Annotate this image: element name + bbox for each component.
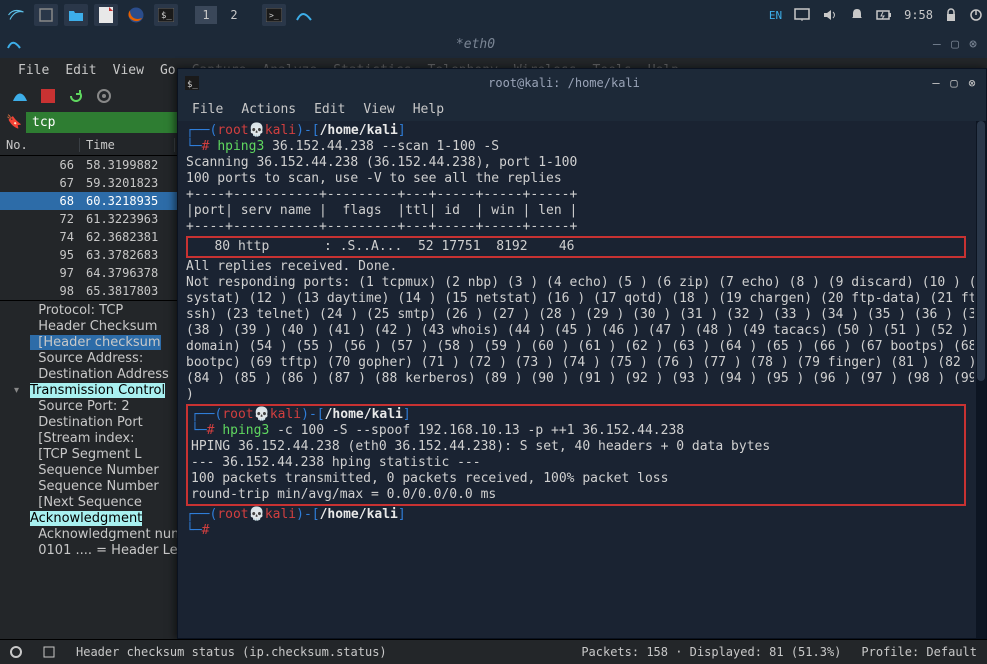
kali-logo-icon[interactable] — [4, 4, 28, 26]
wireshark-app-icon — [6, 36, 22, 52]
terminal-icon[interactable]: $_ — [154, 4, 178, 26]
term-menu-file[interactable]: File — [192, 102, 223, 117]
bookmark-icon[interactable]: 🔖 — [6, 115, 26, 130]
workspace-1[interactable]: 1 — [195, 6, 217, 24]
terminal-window: $_ root@kali: /home/kali — ▢ ⊗ File Acti… — [177, 68, 987, 639]
minimize-icon[interactable]: — — [929, 36, 945, 52]
terminal-output[interactable]: ┌──(root💀kali)-[/home/kali]└─# hping3 36… — [178, 121, 974, 638]
status-note-icon[interactable] — [42, 645, 56, 659]
term-menu-actions[interactable]: Actions — [241, 102, 296, 117]
close-icon[interactable]: ⊗ — [965, 36, 981, 52]
svg-text:$_: $_ — [161, 11, 172, 21]
firefox-icon[interactable] — [124, 4, 148, 26]
expert-info-icon[interactable] — [10, 646, 22, 658]
close-icon[interactable]: ⊗ — [964, 75, 980, 91]
terminal-title: root@kali: /home/kali — [206, 76, 922, 90]
capture-options-icon[interactable] — [92, 84, 116, 108]
file-manager-icon[interactable] — [64, 4, 88, 26]
clock[interactable]: 9:58 — [904, 8, 933, 22]
restart-capture-icon[interactable] — [64, 84, 88, 108]
svg-text:$_: $_ — [187, 80, 198, 90]
term-menu-help[interactable]: Help — [413, 102, 444, 117]
lock-icon[interactable] — [945, 8, 957, 22]
display-icon[interactable] — [794, 8, 810, 22]
wireshark-statusbar: Header checksum status (ip.checksum.stat… — [0, 639, 987, 664]
shark-fin-icon[interactable] — [8, 84, 32, 108]
svg-text:>_: >_ — [269, 11, 279, 20]
stop-capture-icon[interactable] — [36, 84, 60, 108]
profile-label[interactable]: Profile: Default — [861, 645, 977, 659]
system-topbar: $_ 1 2 >_ EN 9:58 — [0, 0, 987, 30]
terminal-menubar: File Actions Edit View Help — [178, 97, 986, 121]
notification-bell-icon[interactable] — [850, 8, 864, 22]
col-time[interactable]: Time — [80, 138, 175, 152]
taskbar-app-icon[interactable] — [34, 4, 58, 26]
terminal-app-icon: $_ — [184, 75, 200, 91]
menu-go[interactable]: Go — [160, 63, 176, 78]
taskbar-terminal-running-icon[interactable]: >_ — [262, 4, 286, 26]
col-no[interactable]: No. — [0, 138, 80, 152]
maximize-icon[interactable]: ▢ — [947, 36, 963, 52]
battery-icon[interactable] — [876, 9, 892, 21]
wireshark-running-icon[interactable] — [292, 4, 316, 26]
text-editor-icon[interactable] — [94, 4, 118, 26]
terminal-scrollbar[interactable] — [976, 121, 986, 638]
menu-edit[interactable]: Edit — [65, 63, 96, 78]
menu-view[interactable]: View — [113, 63, 144, 78]
term-menu-edit[interactable]: Edit — [314, 102, 345, 117]
terminal-titlebar[interactable]: $_ root@kali: /home/kali — ▢ ⊗ — [178, 69, 986, 97]
power-icon[interactable] — [969, 8, 983, 22]
maximize-icon[interactable]: ▢ — [946, 75, 962, 91]
wireshark-titlebar[interactable]: *eth0 — ▢ ⊗ — [0, 30, 987, 58]
minimize-icon[interactable]: — — [928, 75, 944, 91]
workspace-2[interactable]: 2 — [223, 6, 245, 24]
packets-count: Packets: 158 · Displayed: 81 (51.3%) — [581, 645, 841, 659]
status-text: Header checksum status (ip.checksum.stat… — [76, 645, 387, 659]
term-menu-view[interactable]: View — [363, 102, 394, 117]
wireshark-title: *eth0 — [28, 37, 923, 52]
menu-file[interactable]: File — [18, 63, 49, 78]
keyboard-lang[interactable]: EN — [769, 9, 782, 22]
volume-icon[interactable] — [822, 8, 838, 22]
